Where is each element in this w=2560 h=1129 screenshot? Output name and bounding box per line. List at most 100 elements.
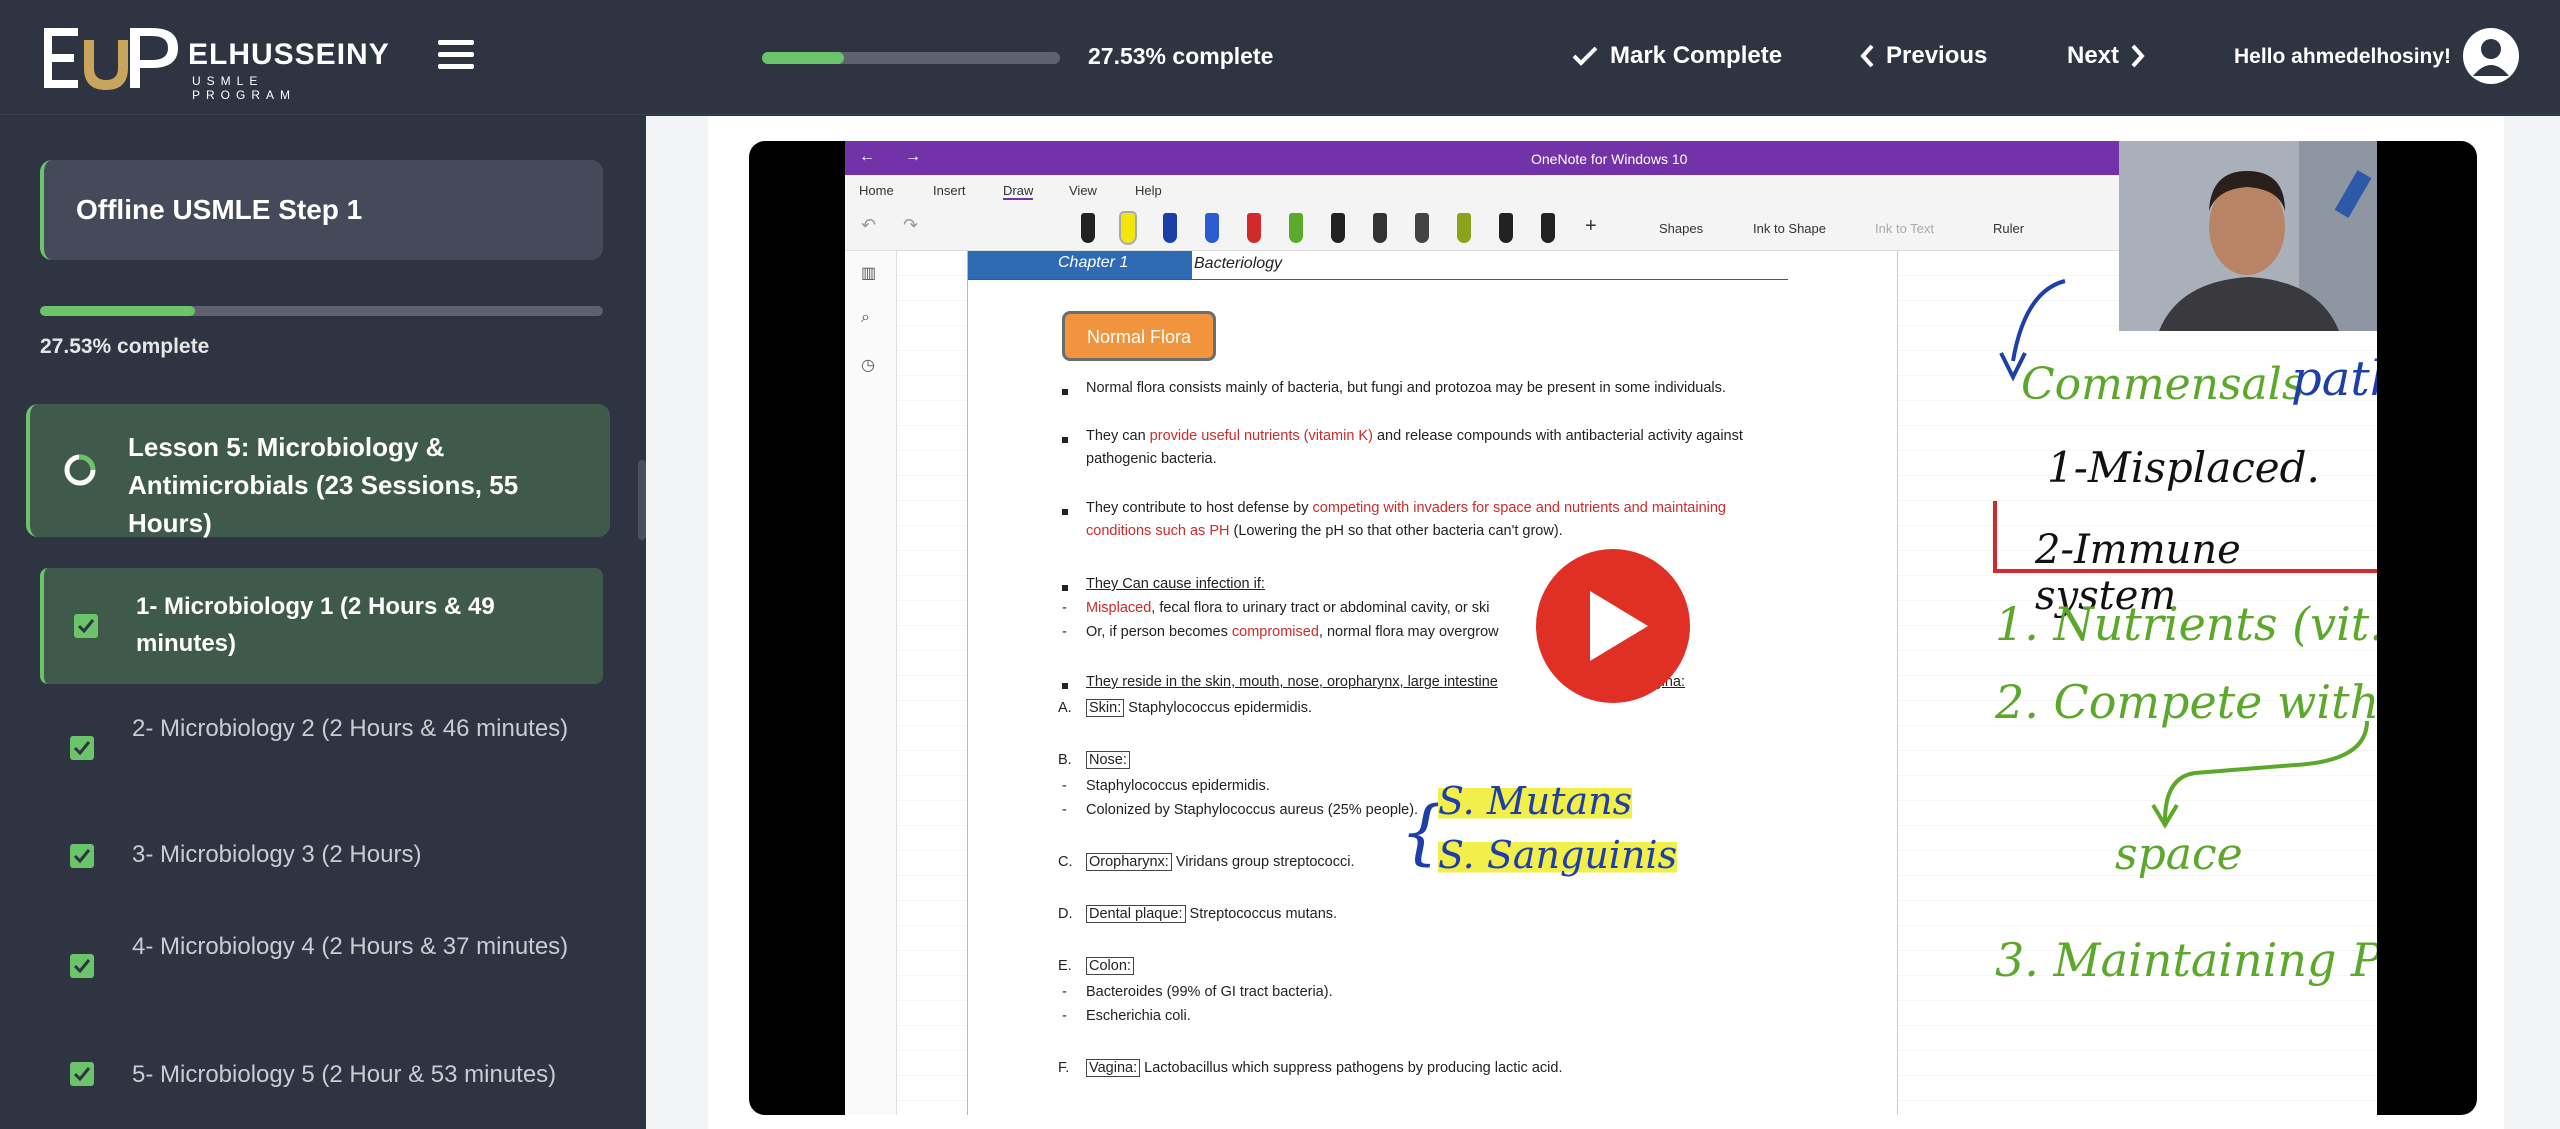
- site-nose-1: Staphylococcus epidermidis.: [1086, 778, 1270, 794]
- bullet: [1062, 683, 1068, 689]
- course-title-card[interactable]: Offline USMLE Step 1: [40, 160, 603, 260]
- site-colon-2: Escherichia coli.: [1086, 1008, 1191, 1024]
- bullet-text-3: They contribute to host defense by compe…: [1086, 500, 1726, 539]
- site-nose: Nose:: [1086, 749, 1130, 772]
- chevron-left-icon: [1860, 44, 1874, 68]
- undo-icon: ↶: [861, 215, 877, 235]
- ink-space-arrow: [2151, 721, 2369, 829]
- user-icon: [2473, 39, 2509, 76]
- pen-olive-icon: [1457, 213, 1471, 243]
- search-icon: ⌕: [861, 309, 870, 326]
- bullet: [1062, 437, 1068, 443]
- session-label: 4- Microbiology 4 (2 Hours & 37 minutes): [132, 933, 569, 960]
- presenter-webcam: [2119, 141, 2377, 331]
- ink-to-shape-tool: Ink to Shape: [1753, 221, 1826, 236]
- redo-icon: ↷: [903, 215, 919, 235]
- dash: -: [1062, 802, 1067, 818]
- pen-black-icon: [1499, 213, 1513, 243]
- onenote-nav-rail: ▥ ⌕ ◷: [845, 251, 897, 1115]
- site-oropharynx: Oropharynx: Viridans group streptococci.: [1086, 851, 1355, 874]
- bullet: [1062, 585, 1068, 591]
- loading-spinner-icon: [64, 454, 96, 486]
- session-item-1[interactable]: 1- Microbiology 1 (2 Hours & 49 minutes): [40, 568, 603, 684]
- course-title: Offline USMLE Step 1: [76, 194, 363, 225]
- pen-black-icon: [1541, 213, 1555, 243]
- checkbox-checked-icon[interactable]: [70, 954, 94, 978]
- site-vagina: Vagina: Lactobacillus which suppress pat…: [1086, 1057, 1562, 1080]
- ink-misplaced: 1-Misplaced.: [2047, 443, 2320, 492]
- bullet-text-5: They reside in the skin, mouth, nose, or…: [1086, 674, 1498, 690]
- eup-logo-mark: [44, 28, 178, 90]
- dash: -: [1062, 778, 1067, 794]
- dash: -: [1062, 624, 1067, 640]
- user-greeting: Hello ahmedelhosiny!: [2234, 45, 2452, 68]
- ink-space: space: [2115, 829, 2243, 880]
- bullet-text-2: They can provide useful nutrients (vitam…: [1086, 428, 1743, 467]
- mark-complete-button[interactable]: Mark Complete: [1572, 42, 1782, 70]
- site-letter: D.: [1058, 906, 1073, 922]
- checkbox-checked-icon[interactable]: [74, 614, 98, 638]
- ink-sanguinis: S. Sanguinis: [1438, 833, 1678, 877]
- course-sidebar: Offline USMLE Step 1 27.53% complete Les…: [0, 116, 646, 1129]
- header-progress-bar: [762, 52, 1060, 64]
- ink-maintaining: 3. Maintaining Ph (Lact: [1995, 933, 2377, 987]
- next-button[interactable]: Next: [2067, 42, 2157, 70]
- course-progress-fill: [40, 306, 195, 316]
- site-dental-plaque: Dental plaque: Streptococcus mutans.: [1086, 903, 1337, 926]
- ink-to-text-tool: Ink to Text: [1875, 221, 1935, 236]
- checkbox-checked-icon[interactable]: [70, 844, 94, 868]
- previous-button[interactable]: Previous: [1860, 42, 1987, 70]
- user-avatar[interactable]: [2463, 28, 2519, 84]
- header-progress-text: 27.53% complete: [1088, 43, 1274, 69]
- session-item-3[interactable]: 3- Microbiology 3 (2 Hours): [40, 816, 603, 886]
- course-progress-bar: [40, 306, 603, 316]
- site-colon: Colon:: [1086, 955, 1134, 978]
- chapter-rule: [968, 279, 1788, 280]
- brand-logo[interactable]: ELHUSSEINY USMLE PROGRAM: [44, 24, 389, 102]
- site-letter: B.: [1058, 752, 1072, 768]
- session-label: 1- Microbiology 1 (2 Hours & 49 minutes): [136, 593, 495, 657]
- dash: -: [1062, 600, 1067, 616]
- checkbox-checked-icon[interactable]: [70, 736, 94, 760]
- brand-subtitle: USMLE PROGRAM: [192, 74, 297, 102]
- next-label: Next: [2067, 42, 2120, 69]
- menu-home: Home: [859, 183, 894, 198]
- notebooks-icon: ▥: [861, 265, 877, 282]
- site-letter: C.: [1058, 854, 1073, 870]
- ink-mutans: S. Mutans: [1438, 779, 1633, 823]
- pen-black-icon: [1331, 213, 1345, 243]
- site-letter: E.: [1058, 958, 1072, 974]
- check-icon: [1572, 46, 1598, 66]
- ink-path: path: [2291, 351, 2377, 407]
- session-item-4[interactable]: 4- Microbiology 4 (2 Hours & 37 minutes): [40, 912, 603, 1018]
- previous-label: Previous: [1886, 42, 1988, 69]
- play-button[interactable]: [1536, 549, 1690, 703]
- chapter-tab: Chapter 1: [968, 251, 1192, 279]
- page-divider: [1897, 251, 1898, 1115]
- menu-draw: Draw: [1003, 183, 1034, 200]
- site-letter: F.: [1058, 1060, 1070, 1076]
- menu-help: Help: [1135, 183, 1162, 198]
- site-letter: A.: [1058, 700, 1072, 716]
- lesson-item[interactable]: Lesson 5: Microbiology & Antimicrobials …: [26, 404, 610, 538]
- checkbox-checked-icon[interactable]: [70, 1062, 94, 1086]
- bullet: [1062, 509, 1068, 515]
- sidebar-scrollbar[interactable]: [638, 460, 646, 540]
- session-item-5[interactable]: 5- Microbiology 5 (2 Hour & 53 minutes): [40, 1032, 603, 1104]
- pen-blue-icon: [1205, 213, 1219, 243]
- ink-nutrients: 1. Nutrients (vit. K & folic: [1995, 597, 2377, 651]
- bullet-text-4: They Can cause infection if:: [1086, 576, 1265, 592]
- menu-view: View: [1069, 183, 1097, 198]
- add-pen-icon: +: [1585, 215, 1597, 237]
- session-item-2[interactable]: 2- Microbiology 2 (2 Hours & 46 minutes): [40, 694, 603, 800]
- menu-insert: Insert: [933, 183, 966, 198]
- highlighter-yellow-icon: [1119, 211, 1137, 245]
- pen-blue-icon: [1163, 213, 1177, 243]
- bullet: [1062, 389, 1068, 395]
- menu-toggle-icon[interactable]: [438, 40, 474, 72]
- video-player[interactable]: ← → OneNote for Windows 10 Home Insert D…: [749, 141, 2477, 1115]
- ink-commensals: Commensals: [2021, 359, 2305, 410]
- site-colon-1: Bacteroides (99% of GI tract bacteria).: [1086, 984, 1333, 1000]
- mark-complete-label: Mark Complete: [1610, 42, 1783, 69]
- course-progress-text: 27.53% complete: [40, 335, 210, 358]
